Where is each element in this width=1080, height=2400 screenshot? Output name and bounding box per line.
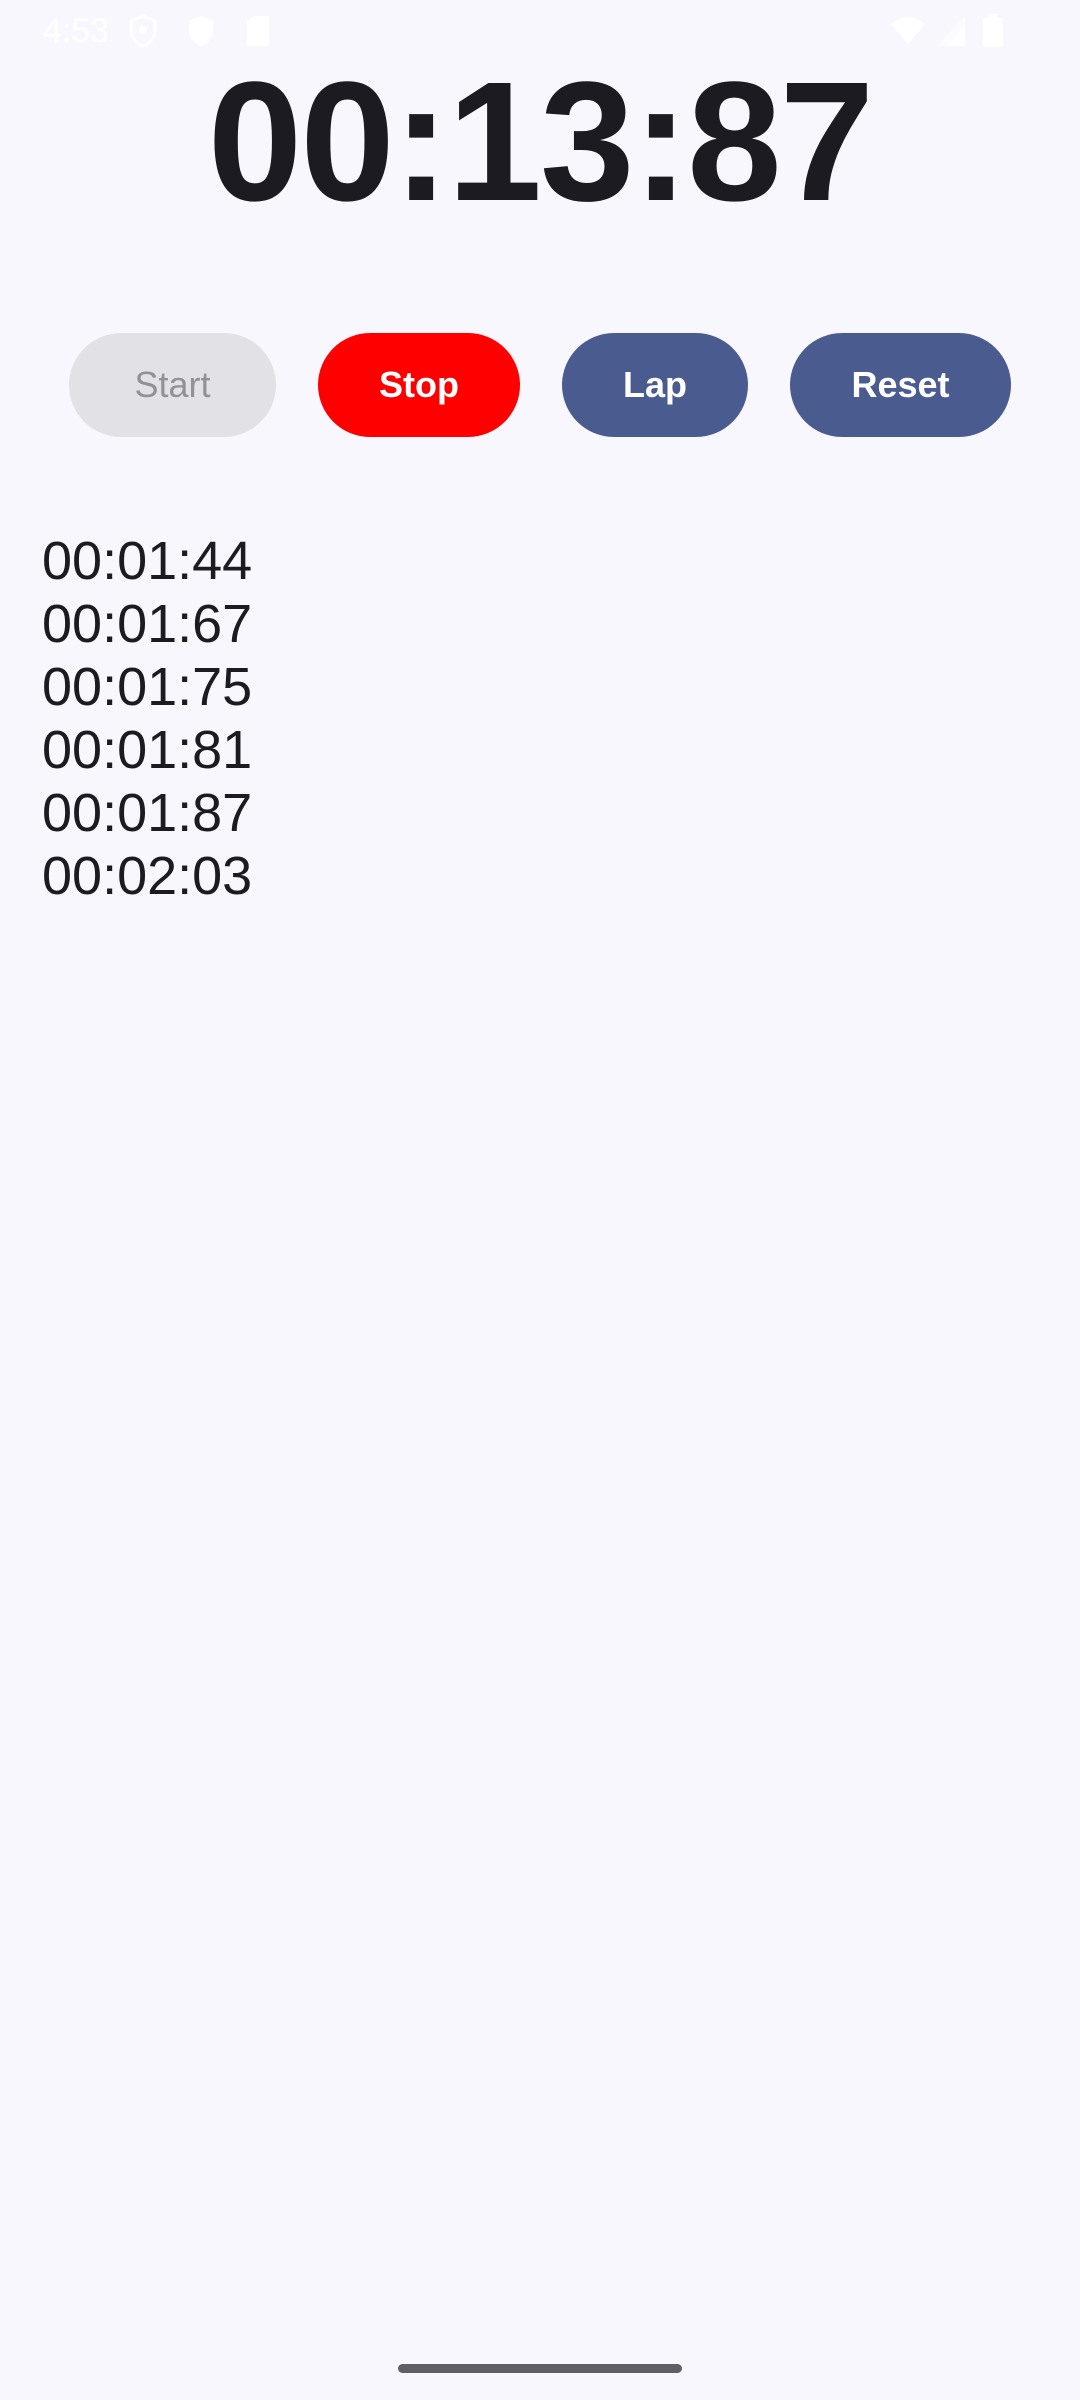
shield-outline-icon [127,14,159,48]
lap-item: 00:02:03 [42,846,253,906]
home-indicator[interactable] [398,2364,682,2373]
lap-item: 00:01:75 [42,657,253,717]
lap-item: 00:01:81 [42,720,253,780]
wifi-icon [889,14,927,48]
battery-icon [982,14,1004,48]
stop-button[interactable]: Stop [318,333,520,437]
timer-display: 00:13:87 [207,47,875,237]
lap-item: 00:01:44 [42,531,253,591]
lap-button[interactable]: Lap [562,333,748,437]
lap-item: 00:01:87 [42,783,253,843]
start-button[interactable]: Start [69,333,276,437]
cellular-signal-icon [935,14,967,48]
lap-item: 00:01:67 [42,594,253,654]
status-time: 4:53 [43,12,110,50]
lap-list: 00:01:44 00:01:67 00:01:75 00:01:81 00:0… [42,530,252,908]
reset-button[interactable]: Reset [790,333,1011,437]
shield-filled-icon [185,14,217,48]
sd-card-icon [243,14,275,48]
